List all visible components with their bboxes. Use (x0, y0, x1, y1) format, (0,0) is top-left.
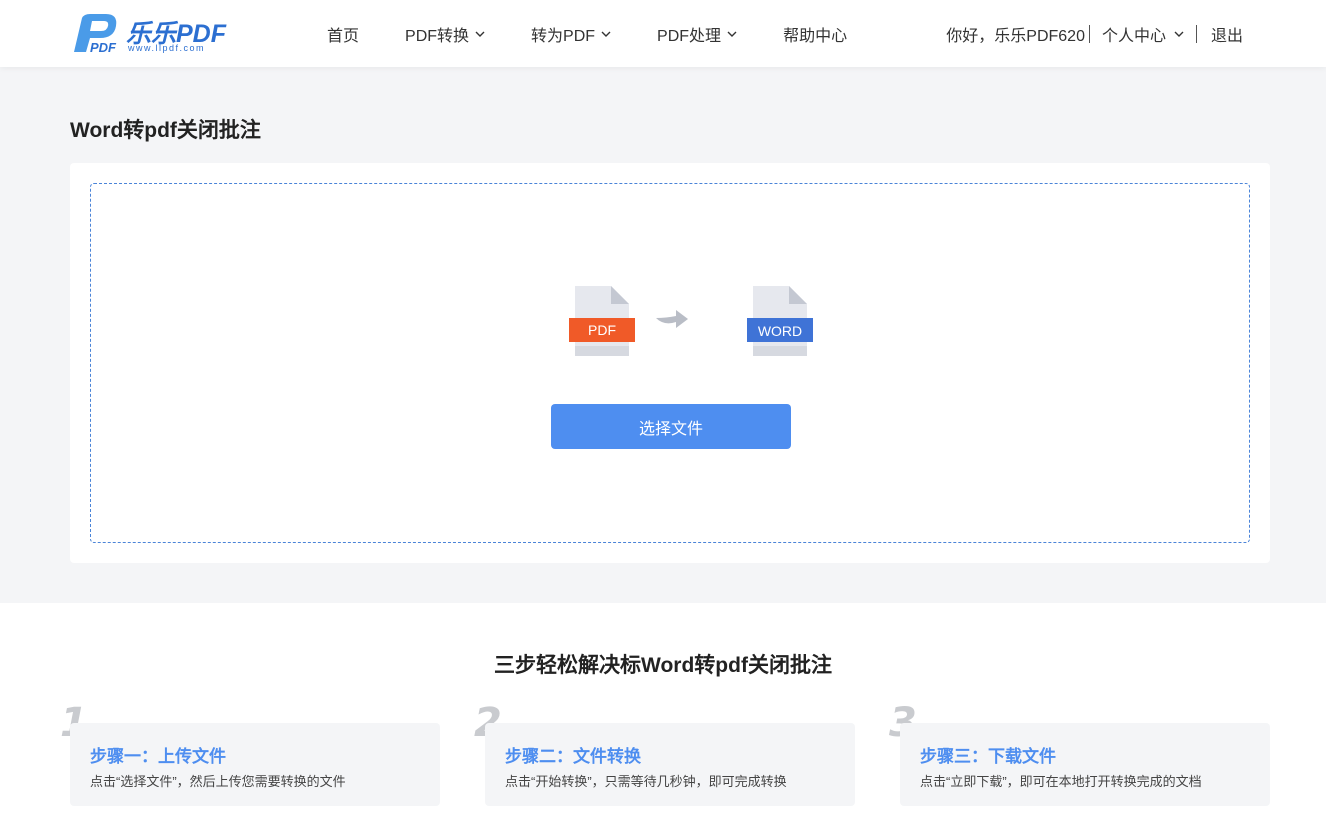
file-dropzone[interactable]: PDF WORD 选择文件 (90, 183, 1250, 543)
user-area: 你好，乐乐PDF620 个人中心 退出 (946, 0, 1243, 67)
nav-to-pdf-label: 转为PDF (531, 27, 596, 45)
step-title: 步骤二：文件转换 (505, 747, 641, 766)
step-card-download: 步骤三：下载文件 点击“立即下载”，即可在本地打开转换完成的文档 (900, 723, 1270, 806)
chevron-down-icon (475, 31, 485, 37)
nav-pdf-convert[interactable]: PDF转换 (405, 22, 485, 46)
user-center-menu[interactable]: 个人中心 (1102, 22, 1184, 46)
user-greeting: 你好，乐乐PDF620 (946, 27, 1085, 45)
from-format-label: PDF (588, 322, 616, 338)
step-description: 点击“开始转换”，只需等待几秒钟，即可完成转换 (505, 774, 787, 789)
nav-home-label: 首页 (327, 27, 360, 45)
chevron-down-icon (1174, 31, 1184, 37)
divider (1088, 24, 1090, 43)
nav-pdf-process-label: PDF处理 (657, 27, 722, 45)
nav-pdf-process[interactable]: PDF处理 (657, 22, 737, 46)
nav-pdf-convert-label: PDF转换 (405, 27, 470, 45)
page-title: Word转pdf关闭批注 (70, 119, 261, 142)
site-logo[interactable]: PDF 乐乐PDF www.llpdf.com (68, 12, 238, 56)
step-title: 步骤一：上传文件 (90, 747, 226, 766)
to-format-label: WORD (758, 323, 802, 339)
chevron-down-icon (727, 31, 737, 37)
pdf-file-icon: PDF (569, 286, 635, 356)
nav-home[interactable]: 首页 (327, 22, 359, 46)
step-card-upload: 步骤一：上传文件 点击“选择文件”，然后上传您需要转换的文件 (70, 723, 440, 806)
step-description: 点击“立即下载”，即可在本地打开转换完成的文档 (920, 774, 1202, 789)
nav-help-label: 帮助中心 (783, 27, 848, 45)
upload-card: PDF WORD 选择文件 (70, 163, 1270, 563)
word-file-icon: WORD (747, 286, 813, 356)
logout-link[interactable]: 退出 (1211, 22, 1243, 46)
steps-title: 三步轻松解决标Word转pdf关闭批注 (494, 654, 832, 677)
main-nav: 首页 PDF转换 转为PDF PDF处理 帮助中心 (327, 0, 893, 67)
logo-mark-icon: PDF (74, 14, 117, 54)
arrow-right-icon (656, 310, 688, 328)
step-title: 步骤三：下载文件 (920, 747, 1056, 766)
chevron-down-icon (601, 31, 611, 37)
divider (1195, 24, 1197, 43)
nav-help[interactable]: 帮助中心 (783, 22, 847, 46)
step-card-convert: 步骤二：文件转换 点击“开始转换”，只需等待几秒钟，即可完成转换 (485, 723, 855, 806)
select-file-button[interactable]: 选择文件 (551, 404, 791, 449)
top-header: PDF 乐乐PDF www.llpdf.com 首页 PDF转换 转为PDF P… (0, 0, 1326, 67)
svg-text:PDF: PDF (90, 40, 117, 54)
step-description: 点击“选择文件”，然后上传您需要转换的文件 (90, 774, 346, 789)
nav-to-pdf[interactable]: 转为PDF (531, 22, 611, 46)
logo-url: www.llpdf.com (128, 43, 206, 53)
user-center-label: 个人中心 (1101, 27, 1166, 45)
